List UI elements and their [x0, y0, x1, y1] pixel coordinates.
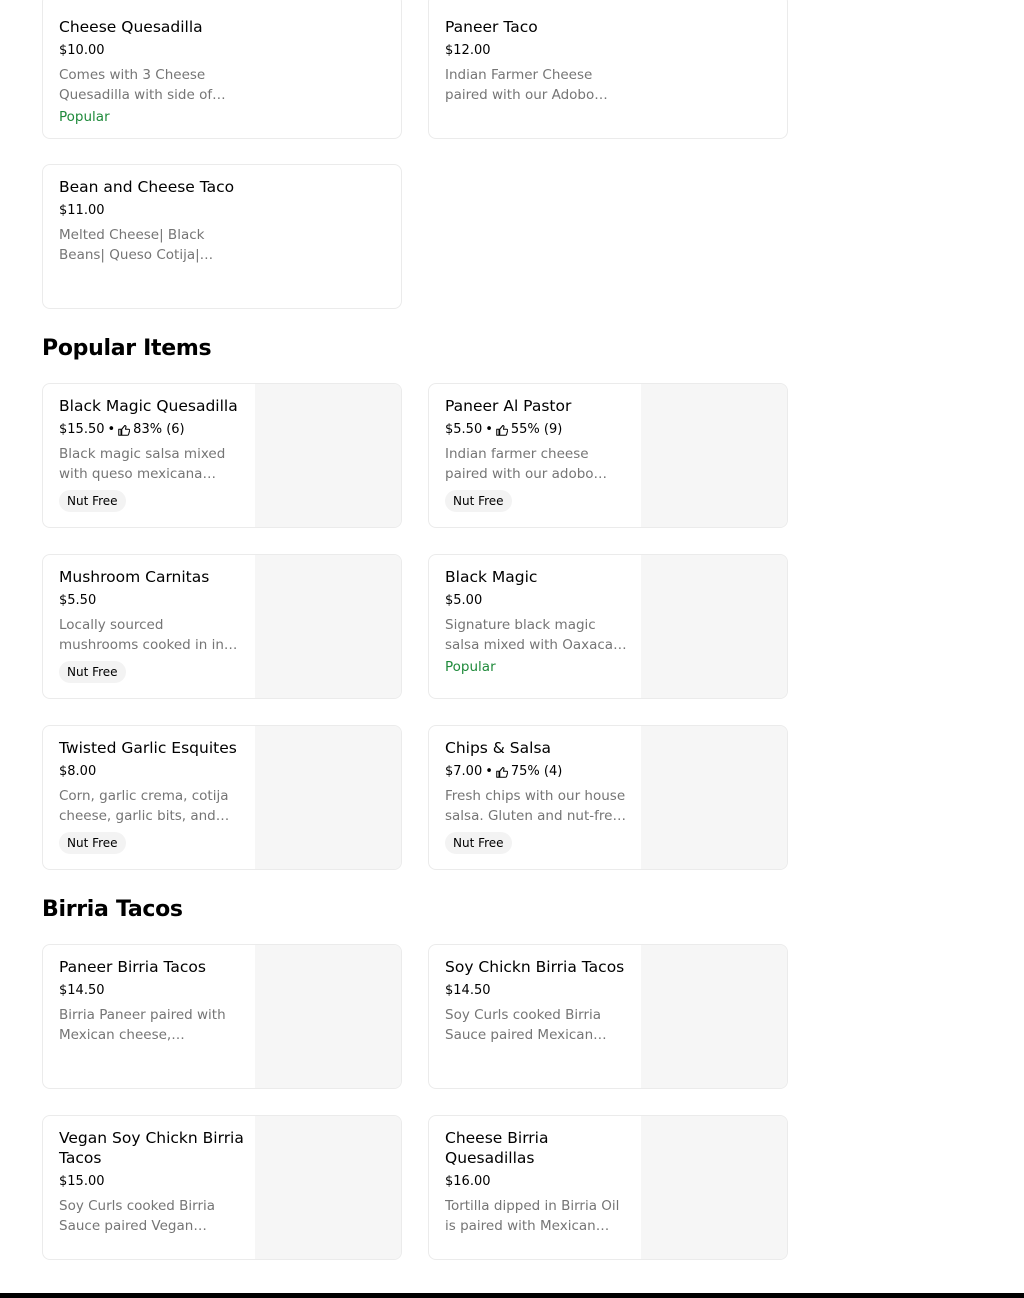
- item-price: $7.00: [445, 764, 483, 779]
- section-title-birria-tacos: Birria Tacos: [42, 897, 183, 922]
- item-image: [255, 555, 401, 698]
- separator-dot: •: [485, 422, 493, 437]
- menu-item-card[interactable]: Black Magic $5.00 Signature black magic …: [428, 554, 788, 699]
- item-description: Fresh chips with our house salsa. Gluten…: [445, 788, 626, 824]
- item-price: $8.00: [59, 764, 97, 779]
- item-price: $11.00: [59, 203, 105, 218]
- thumbs-up-icon: [496, 424, 508, 436]
- thumbs-up-icon: [118, 424, 131, 436]
- item-name: Paneer Al Pastor: [445, 397, 572, 415]
- menu-item-card[interactable]: Paneer Al Pastor $5.50 • 55% (9) Indian …: [428, 383, 788, 528]
- item-name: Bean and Cheese Taco: [59, 178, 235, 196]
- menu-item-card[interactable]: Cheese Quesadilla $10.00 Comes with 3 Ch…: [42, 0, 402, 139]
- item-price: $10.00: [59, 43, 105, 58]
- item-description: Indian Farmer Cheese paired with our Ado…: [445, 67, 595, 103]
- item-name: Black Magic: [445, 568, 538, 586]
- item-description: Comes with 3 Cheese Quesadilla with side…: [59, 67, 213, 103]
- item-price: $5.50: [445, 422, 483, 437]
- item-description: Black magic salsa mixed with queso mexic…: [59, 446, 226, 482]
- item-description: Corn, garlic crema, cotija cheese, garli…: [59, 788, 229, 824]
- item-rating: 83% (6): [133, 422, 185, 437]
- separator-dot: •: [107, 422, 116, 437]
- item-name: Paneer Taco: [445, 18, 538, 36]
- menu-item-card[interactable]: Cheese Birria Quesadillas $16.00 Tortill…: [428, 1115, 788, 1260]
- item-description: Birria Paneer paired with Mexican cheese…: [59, 1007, 226, 1043]
- item-image: [255, 1116, 401, 1259]
- item-price: $14.50: [445, 983, 491, 998]
- item-price: $14.50: [59, 983, 105, 998]
- menu-item-card[interactable]: Black Magic Quesadilla $15.50 • 83% (6) …: [42, 383, 402, 528]
- dietary-badge: Nut Free: [59, 490, 126, 512]
- item-price: $5.50: [59, 593, 97, 608]
- item-price: $15.00: [59, 1174, 105, 1189]
- dietary-badge: Nut Free: [445, 490, 512, 512]
- item-image: [255, 384, 401, 527]
- thumbs-up-icon: [496, 766, 508, 778]
- item-name: Cheese Birria Quesadillas: [445, 1129, 549, 1167]
- item-image: [255, 726, 401, 869]
- item-image: [641, 384, 787, 527]
- menu-item-card[interactable]: Twisted Garlic Esquites $8.00 Corn, garl…: [42, 725, 402, 870]
- item-image: [641, 726, 787, 869]
- item-description: Indian farmer cheese paired with our ado…: [445, 446, 594, 482]
- menu-item-card[interactable]: Paneer Taco $12.00 Indian Farmer Cheese …: [428, 0, 788, 139]
- item-price: $16.00: [445, 1174, 491, 1189]
- item-image: [255, 945, 401, 1088]
- item-description: Locally sourced mushrooms cooked in indi…: [59, 617, 242, 653]
- popular-tag: Popular: [445, 659, 496, 675]
- item-name: Black Magic Quesadilla: [59, 397, 238, 415]
- menu-item-card[interactable]: Paneer Birria Tacos $14.50 Birria Paneer…: [42, 944, 402, 1089]
- item-description: Signature black magic salsa mixed with O…: [445, 617, 627, 653]
- item-image: [641, 945, 787, 1088]
- item-name: Soy Chickn Birria Tacos: [445, 958, 625, 976]
- item-description: Melted Cheese| Black Beans| Queso Cotija…: [59, 227, 205, 263]
- menu-item-card[interactable]: Mushroom Carnitas $5.50 Locally sourced …: [42, 554, 402, 699]
- menu-item-card[interactable]: Chips & Salsa $7.00 • 75% (4) Fresh chip…: [428, 725, 788, 870]
- separator-dot: •: [485, 764, 493, 779]
- menu-item-card[interactable]: Soy Chickn Birria Tacos $14.50 Soy Curls…: [428, 944, 788, 1089]
- item-name: Mushroom Carnitas: [59, 568, 210, 586]
- item-price: $12.00: [445, 43, 491, 58]
- item-description: Soy Curls cooked Birria Sauce paired Veg…: [59, 1198, 216, 1234]
- popular-tag: Popular: [59, 109, 110, 125]
- item-description: Soy Curls cooked Birria Sauce paired Mex…: [445, 1007, 602, 1043]
- item-name: Paneer Birria Tacos: [59, 958, 206, 976]
- menu-item-card[interactable]: Bean and Cheese Taco $11.00 Melted Chees…: [42, 164, 402, 309]
- item-description: Tortilla dipped in Birria Oil is paired …: [445, 1198, 620, 1234]
- item-image: [641, 1116, 787, 1259]
- item-price: $15.50: [59, 422, 105, 437]
- item-price: $5.00: [445, 593, 483, 608]
- bottom-bar: [0, 1293, 1024, 1298]
- section-title-popular-items: Popular Items: [42, 336, 212, 361]
- item-name: Vegan Soy Chickn Birria Tacos: [59, 1129, 244, 1167]
- dietary-badge: Nut Free: [445, 832, 512, 854]
- item-rating: 55% (9): [510, 422, 563, 437]
- item-name: Cheese Quesadilla: [59, 18, 203, 36]
- dietary-badge: Nut Free: [59, 832, 126, 854]
- item-name: Chips & Salsa: [445, 739, 552, 757]
- item-name: Twisted Garlic Esquites: [59, 739, 237, 757]
- item-rating: 75% (4): [510, 764, 563, 779]
- item-image: [641, 555, 787, 698]
- dietary-badge: Nut Free: [59, 661, 126, 683]
- menu-item-card[interactable]: Vegan Soy Chickn Birria Tacos $15.00 Soy…: [42, 1115, 402, 1260]
